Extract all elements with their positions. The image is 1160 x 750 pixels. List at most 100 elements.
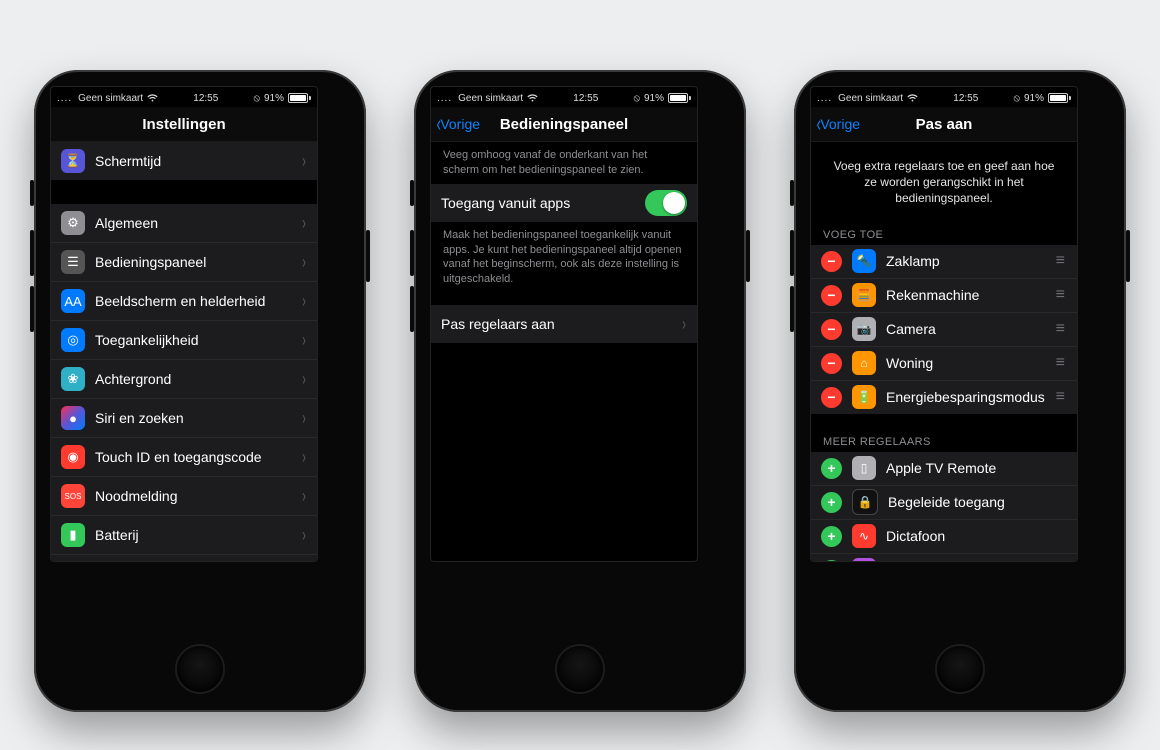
settings-row[interactable]: ✋Privacy› (51, 555, 317, 562)
feedback-icon: 💬 (852, 558, 876, 562)
back-label: Vorige (820, 116, 860, 132)
control-row-label: Rekenmachine (886, 287, 1056, 303)
page-title: Pas aan (916, 116, 973, 133)
clock-label: 12:55 (193, 93, 218, 104)
settings-row[interactable]: ●Siri en zoeken› (51, 399, 317, 438)
customize-controls-row[interactable]: Pas regelaars aan › (431, 305, 697, 343)
reorder-handle-icon[interactable]: ≡ (1056, 326, 1067, 332)
reorder-handle-icon[interactable]: ≡ (1056, 258, 1067, 264)
settings-row[interactable]: ⚙︎ Algemeen› (51, 204, 317, 243)
settings-row-label: Bedieningspaneel (95, 254, 301, 270)
settings-row[interactable]: ▮Batterij› (51, 516, 317, 555)
nav-bar: Instellingen (51, 107, 317, 142)
voice-memos-icon: ∿ (852, 524, 876, 548)
settings-row-label: Algemeen (95, 215, 301, 231)
carrier-label: Geen simkaart (838, 93, 903, 104)
remove-button[interactable]: − (821, 387, 842, 408)
control-row[interactable]: −🧮Rekenmachine≡ (811, 279, 1077, 313)
chevron-left-icon: ‹ (436, 113, 440, 135)
battery-icon: ▮ (61, 523, 85, 547)
touchid-icon: ◉ (61, 445, 85, 469)
battery-icon (1048, 93, 1071, 103)
chevron-right-icon: › (302, 447, 306, 468)
display-icon: AA (61, 289, 85, 313)
page-title: Bedieningspaneel (500, 116, 628, 133)
included-header: VOEG TOE (811, 223, 1077, 245)
toggle-label: Toegang vanuit apps (441, 195, 645, 211)
nav-bar: ‹ Vorige Bedieningspaneel (431, 107, 697, 142)
intro-text: Voeg extra regelaars toe en geef aan hoe… (811, 142, 1077, 223)
home-button[interactable] (935, 644, 985, 694)
chevron-right-icon: › (302, 369, 306, 390)
control-row[interactable]: −🔋Energiebesparingsmodus≡ (811, 381, 1077, 414)
battery-icon (288, 93, 311, 103)
rotation-lock-icon: ⦸ (253, 93, 260, 104)
control-row[interactable]: + ∿ Dictafoon (811, 520, 1077, 554)
add-button[interactable]: + (821, 458, 842, 479)
guided-access-icon: 🔒 (852, 489, 878, 515)
screen-control-center: .... Geen simkaart 12:55 ⦸ 91% ‹ Vorige … (430, 86, 698, 562)
back-button[interactable]: ‹ Vorige (435, 107, 480, 141)
settings-row[interactable]: ☰Bedieningspaneel› (51, 243, 317, 282)
control-row[interactable]: −🔦 Zaklamp≡ (811, 245, 1077, 279)
access-within-apps-toggle[interactable] (645, 190, 687, 216)
control-row[interactable]: +🔒Begeleide toegang (811, 486, 1077, 520)
chevron-right-icon: › (302, 330, 306, 351)
cell-signal-icon: .... (437, 93, 452, 104)
wifi-icon (527, 94, 538, 102)
wifi-icon (147, 94, 158, 102)
settings-row-label: Achtergrond (95, 371, 301, 387)
siri-icon: ● (61, 406, 85, 430)
screentime-icon: ⏳ (61, 149, 85, 173)
settings-row-label: Beeldscherm en helderheid (95, 293, 301, 309)
reorder-handle-icon[interactable]: ≡ (1056, 360, 1067, 366)
reorder-handle-icon[interactable]: ≡ (1056, 394, 1067, 400)
home-button[interactable] (555, 644, 605, 694)
battery-pct-label: 91% (1024, 93, 1044, 104)
reorder-handle-icon[interactable]: ≡ (1056, 292, 1067, 298)
chevron-right-icon: › (302, 151, 306, 172)
home-button[interactable] (175, 644, 225, 694)
settings-row-label: Toegankelijkheid (95, 332, 301, 348)
add-button[interactable]: + (821, 560, 842, 562)
add-button[interactable]: + (821, 526, 842, 547)
chevron-right-icon: › (302, 291, 306, 312)
add-button[interactable]: + (821, 492, 842, 513)
control-row[interactable]: −📷 Camera≡ (811, 313, 1077, 347)
settings-row[interactable]: ◉ Touch ID en toegangscode› (51, 438, 317, 477)
control-row[interactable]: +💬Feedbackassistent (811, 554, 1077, 562)
back-button[interactable]: ‹ Vorige (815, 107, 860, 141)
control-row-label: Camera (886, 321, 1056, 337)
settings-row[interactable]: AA Beeldscherm en helderheid› (51, 282, 317, 321)
remove-button[interactable]: − (821, 319, 842, 340)
gear-icon: ⚙︎ (61, 211, 85, 235)
settings-row-label: Touch ID en toegangscode (95, 449, 301, 465)
battery-pct-label: 91% (264, 93, 284, 104)
rotation-lock-icon: ⦸ (633, 93, 640, 104)
control-center-icon: ☰ (61, 250, 85, 274)
flashlight-icon: 🔦 (852, 249, 876, 273)
control-row[interactable]: +▯Apple TV Remote (811, 452, 1077, 486)
settings-row[interactable]: ❀Achtergrond› (51, 360, 317, 399)
settings-row[interactable]: ⏳Schermtijd› (51, 142, 317, 180)
settings-row[interactable]: ◎Toegankelijkheid› (51, 321, 317, 360)
battery-icon (668, 93, 691, 103)
clock-label: 12:55 (953, 93, 978, 104)
control-row-label: Dictafoon (886, 528, 1067, 544)
wifi-icon (907, 94, 918, 102)
phone-control-center: .... Geen simkaart 12:55 ⦸ 91% ‹ Vorige … (414, 70, 746, 712)
remove-button[interactable]: − (821, 285, 842, 306)
control-row-label: Zaklamp (886, 253, 1056, 269)
settings-row-label: Noodmelding (95, 488, 301, 504)
settings-row[interactable]: SOSNoodmelding› (51, 477, 317, 516)
remove-button[interactable]: − (821, 353, 842, 374)
cell-signal-icon: .... (817, 93, 832, 104)
clock-label: 12:55 (573, 93, 598, 104)
control-row[interactable]: −⌂Woning≡ (811, 347, 1077, 381)
camera-icon: 📷 (852, 317, 876, 341)
access-within-apps-row[interactable]: Toegang vanuit apps (431, 184, 697, 222)
remove-button[interactable]: − (821, 251, 842, 272)
chevron-right-icon: › (302, 213, 306, 234)
screen-settings: .... Geen simkaart 12:55 ⦸ 91% Instellin… (50, 86, 318, 562)
phone-customize: .... Geen simkaart 12:55 ⦸ 91% ‹ Vorige … (794, 70, 1126, 712)
